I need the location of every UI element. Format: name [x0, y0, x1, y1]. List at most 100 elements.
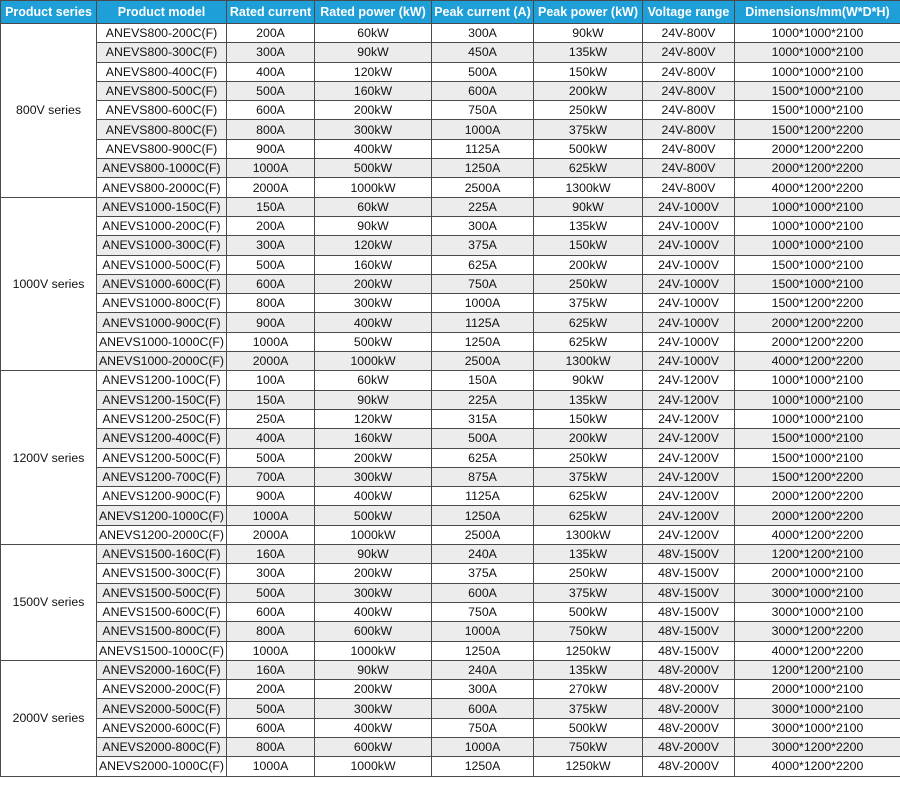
peak-power-cell: 1250kW — [533, 640, 643, 661]
rated-power-cell: 120kW — [314, 61, 432, 82]
product-model-cell: ANEVS1000-500C(F) — [96, 254, 227, 275]
product-model-cell: ANEVS800-600C(F) — [96, 100, 227, 121]
product-model-cell: ANEVS1000-800C(F) — [96, 293, 227, 314]
rated-current-cell: 300A — [226, 235, 315, 256]
voltage-range-cell: 24V-1000V — [642, 235, 735, 256]
table-row: 800V series ANEVS800-200C(F) 200A 60kW 300A 9… — [0, 22, 900, 198]
dimensions-cell: 2000*1200*2200 — [734, 331, 900, 353]
rated-power-cell: 1000kW — [314, 756, 432, 777]
rated-power-cell: 400kW — [314, 601, 432, 623]
dimensions-cell: 1200*1200*2100 — [734, 544, 900, 565]
voltage-range-cell: 24V-800V — [642, 42, 735, 63]
rated-current-cell: 300A — [226, 42, 315, 63]
dimensions-cell: 2000*1200*2200 — [734, 486, 900, 507]
dimensions-cell: 3000*1200*2200 — [734, 736, 900, 758]
table-row: ANEVS1200-400C(F) 400A 160kW 500A 200kW 24V-1… — [1, 428, 900, 449]
voltage-range-cell: 48V-1500V — [642, 621, 735, 642]
rated-current-cell: 500A — [226, 698, 315, 719]
table-row: ANEVS1500-600C(F) 600A 400kW 750A 500kW 48V-1… — [1, 601, 900, 623]
dimensions-cell: 4000*1200*2200 — [734, 640, 900, 661]
rated-current-cell: 2000A — [226, 351, 315, 372]
peak-power-cell: 750kW — [533, 736, 643, 758]
table-row: ANEVS1000-600C(F) 600A 200kW 750A 250kW 24V-1… — [1, 273, 900, 295]
peak-power-cell: 1300kW — [533, 351, 643, 372]
peak-power-cell: 270kW — [533, 679, 643, 700]
rated-current-cell: 150A — [226, 389, 315, 410]
voltage-range-cell: 24V-1000V — [642, 215, 735, 237]
product-spec-table: Product series Product model Rated curre… — [0, 0, 900, 777]
peak-power-cell: 135kW — [533, 389, 643, 410]
table-row: ANEVS800-1000C(F) 1000A 500kW 1250A 625kW 24V… — [1, 158, 900, 179]
rated-power-cell: 90kW — [314, 544, 432, 565]
peak-power-cell: 625kW — [533, 158, 643, 179]
peak-power-cell: 625kW — [533, 331, 643, 353]
voltage-range-cell: 48V-2000V — [642, 679, 735, 700]
table-row: ANEVS2000-200C(F) 200A 200kW 300A 270kW 48V-2… — [1, 679, 900, 700]
table-row: ANEVS1200-250C(F) 250A 120kW 315A 150kW 24V-1… — [1, 408, 900, 430]
header-peak-current: Peak current (A) — [431, 0, 534, 24]
dimensions-cell: 1500*1000*2100 — [734, 273, 900, 295]
peak-power-cell: 375kW — [533, 466, 643, 488]
product-model-cell: ANEVS1200-250C(F) — [96, 408, 227, 430]
table-row: ANEVS1500-800C(F) 800A 600kW 1000A 750kW 48V-… — [1, 621, 900, 642]
series-cell: 1000V series — [0, 196, 97, 372]
peak-current-cell: 240A — [431, 544, 534, 565]
rated-power-cell: 60kW — [314, 196, 432, 217]
peak-current-cell: 1000A — [431, 119, 534, 140]
rated-power-cell: 160kW — [314, 80, 432, 102]
rated-power-cell: 400kW — [314, 486, 432, 507]
table-row: ANEVS1200-1000C(F) 1000A 500kW 1250A 625kW 24… — [1, 505, 900, 526]
peak-power-cell: 150kW — [533, 235, 643, 256]
product-model-cell: ANEVS1500-800C(F) — [96, 621, 227, 642]
voltage-range-cell: 48V-2000V — [642, 698, 735, 719]
peak-current-cell: 750A — [431, 717, 534, 738]
voltage-range-cell: 24V-1200V — [642, 466, 735, 488]
table-row: ANEVS1200-700C(F) 700A 300kW 875A 375kW 24V-1… — [1, 466, 900, 488]
table-row: ANEVS800-600C(F) 600A 200kW 750A 250kW 24V-80… — [1, 100, 900, 121]
peak-power-cell: 200kW — [533, 254, 643, 275]
table-row: ANEVS800-300C(F) 300A 90kW 450A 135kW 24V-800… — [1, 42, 900, 63]
dimensions-cell: 1000*1000*2100 — [734, 408, 900, 430]
product-model-cell: ANEVS2000-160C(F) — [96, 659, 227, 681]
dimensions-cell: 1500*1200*2200 — [734, 466, 900, 488]
rated-power-cell: 600kW — [314, 736, 432, 758]
product-model-cell: ANEVS1000-600C(F) — [96, 273, 227, 295]
product-model-cell: ANEVS800-800C(F) — [96, 119, 227, 140]
peak-current-cell: 1125A — [431, 486, 534, 507]
rated-current-cell: 800A — [226, 293, 315, 314]
peak-power-cell: 135kW — [533, 659, 643, 681]
product-model-cell: ANEVS1000-150C(F) — [96, 196, 227, 217]
rated-power-cell: 60kW — [314, 22, 432, 44]
peak-current-cell: 750A — [431, 273, 534, 295]
rated-current-cell: 600A — [226, 601, 315, 623]
product-model-cell: ANEVS800-1000C(F) — [96, 158, 227, 179]
dimensions-cell: 1500*1000*2100 — [734, 447, 900, 468]
table-row: ANEVS1000-1000C(F) 1000A 500kW 1250A 625kW 24… — [1, 331, 900, 353]
dimensions-cell: 1000*1000*2100 — [734, 42, 900, 63]
peak-power-cell: 625kW — [533, 486, 643, 507]
peak-current-cell: 750A — [431, 601, 534, 623]
peak-power-cell: 625kW — [533, 312, 643, 333]
peak-power-cell: 625kW — [533, 505, 643, 526]
voltage-range-cell: 48V-2000V — [642, 659, 735, 681]
voltage-range-cell: 24V-1200V — [642, 447, 735, 468]
dimensions-cell: 1500*1200*2200 — [734, 119, 900, 140]
dimensions-cell: 1500*1000*2100 — [734, 428, 900, 449]
rated-current-cell: 100A — [226, 370, 315, 391]
product-model-cell: ANEVS1200-100C(F) — [96, 370, 227, 391]
dimensions-cell: 1500*1000*2100 — [734, 80, 900, 102]
product-model-cell: ANEVS1000-2000C(F) — [96, 351, 227, 372]
table-row: ANEVS800-800C(F) 800A 300kW 1000A 375kW 24V-8… — [1, 119, 900, 140]
product-model-cell: ANEVS800-900C(F) — [96, 138, 227, 160]
product-model-cell: ANEVS1000-200C(F) — [96, 215, 227, 237]
product-model-cell: ANEVS800-300C(F) — [96, 42, 227, 63]
dimensions-cell: 2000*1200*2200 — [734, 158, 900, 179]
dimensions-cell: 1000*1000*2100 — [734, 235, 900, 256]
rated-power-cell: 300kW — [314, 582, 432, 603]
dimensions-cell: 4000*1200*2200 — [734, 177, 900, 198]
rated-power-cell: 1000kW — [314, 524, 432, 546]
voltage-range-cell: 24V-1200V — [642, 370, 735, 391]
rated-current-cell: 500A — [226, 80, 315, 102]
rated-power-cell: 300kW — [314, 698, 432, 719]
voltage-range-cell: 24V-1000V — [642, 293, 735, 314]
